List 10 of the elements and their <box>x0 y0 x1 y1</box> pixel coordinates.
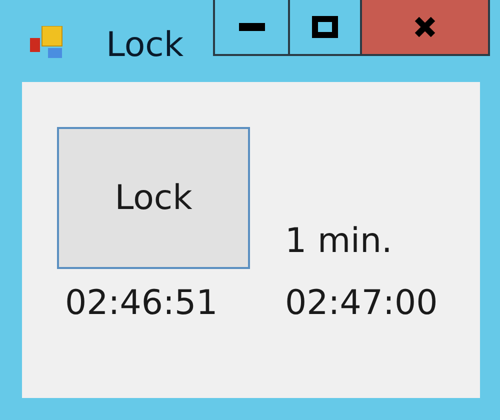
window-title: Lock <box>106 26 184 64</box>
minimize-icon <box>238 23 264 31</box>
lock-button[interactable]: Lock <box>57 127 250 269</box>
close-button[interactable] <box>360 0 490 56</box>
maximize-icon <box>312 16 338 38</box>
close-icon <box>414 17 436 37</box>
interval-label: 1 min. <box>285 221 392 261</box>
time-label: 02:47:00 <box>285 283 438 323</box>
time-label: 02:46:51 <box>65 283 218 323</box>
minimize-button[interactable] <box>213 0 290 56</box>
